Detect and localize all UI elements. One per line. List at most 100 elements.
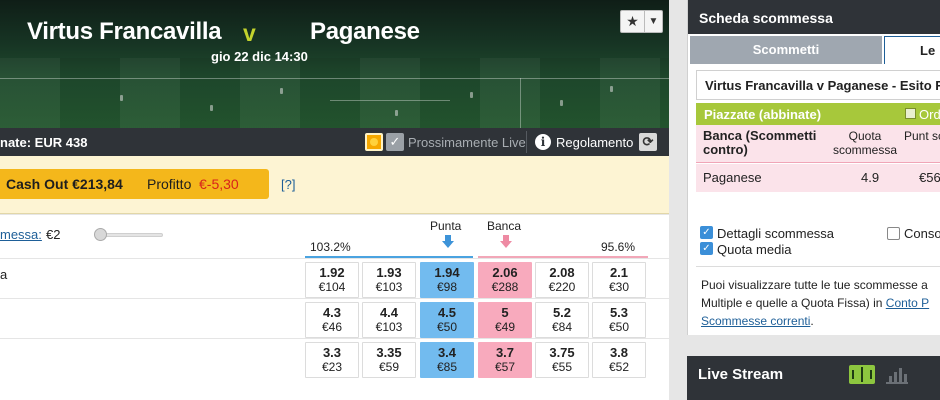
runner-row: 3.3 €23 3.35 €59 3.4 €85 3.7 €57 3.75 €55 3.8 €52 bbox=[0, 338, 669, 378]
stats-icon[interactable] bbox=[886, 365, 908, 384]
pitch-line bbox=[330, 100, 450, 101]
odds-market: messa: €2 Punta Banca 103.2% 95.6% a 1.92… bbox=[0, 215, 669, 400]
consolidate-checkbox[interactable] bbox=[887, 227, 900, 240]
lay-odds-cell[interactable]: 2.08 €220 bbox=[535, 262, 589, 298]
event-header: Virtus Francavilla v Paganese gio 22 dic… bbox=[0, 0, 669, 128]
stake-label[interactable]: messa: bbox=[0, 227, 42, 242]
pitch-line bbox=[0, 78, 669, 79]
available-amount: €103 bbox=[375, 320, 403, 334]
app-root: Virtus Francavilla v Paganese gio 22 dic… bbox=[0, 0, 940, 400]
runner-row: a 1.92 €104 1.93 €103 1.94 €98 2.06 €288 2.08 €220… bbox=[0, 258, 669, 298]
star-icon[interactable]: ★ bbox=[621, 11, 645, 32]
pitch-icon[interactable] bbox=[849, 365, 875, 384]
stake-value: €2 bbox=[46, 227, 61, 242]
odds-value: 1.93 bbox=[376, 265, 402, 280]
available-amount: €52 bbox=[608, 360, 630, 374]
odds-value: 3.75 bbox=[549, 345, 575, 360]
betslip-market-name: Virtus Francavilla v Paganese - Esito F bbox=[696, 70, 940, 100]
tab-place-bets[interactable]: Scommetti bbox=[690, 36, 882, 64]
stake-slider-handle[interactable] bbox=[94, 228, 107, 241]
player-figure bbox=[395, 110, 398, 116]
available-amount: €55 bbox=[551, 360, 573, 374]
available-amount: €220 bbox=[548, 280, 576, 294]
consolidate-label: Consol bbox=[904, 226, 940, 241]
note-text: . bbox=[810, 314, 814, 328]
favorite-button[interactable]: ★ ▼ bbox=[620, 10, 663, 33]
current-bets-link[interactable]: Scommesse correnti bbox=[701, 314, 810, 328]
details-checkbox[interactable]: ✓ bbox=[700, 226, 713, 239]
betslip-panel: Scheda scommessa Scommetti Le Virtus Fra… bbox=[687, 0, 940, 335]
lay-odds-cell[interactable]: 5.3 €50 bbox=[592, 302, 646, 338]
chevron-down-icon[interactable]: ▼ bbox=[645, 11, 662, 32]
tab-my-bets[interactable]: Le bbox=[884, 36, 940, 64]
odds-value: 3.8 bbox=[609, 345, 629, 360]
average-odds-checkbox[interactable]: ✓ bbox=[700, 242, 713, 255]
lay-odds-cell[interactable]: 5 €49 bbox=[478, 302, 532, 338]
home-team-name: Virtus Francavilla bbox=[27, 18, 222, 45]
versus-label: v bbox=[243, 20, 256, 46]
odds-value: 2.1 bbox=[609, 265, 629, 280]
back-odds-cell[interactable]: 1.94 €98 bbox=[420, 262, 474, 298]
check-icon: ✓ bbox=[386, 133, 404, 151]
available-amount: €104 bbox=[318, 280, 346, 294]
odds-value: 5 bbox=[501, 305, 509, 320]
back-odds-cell[interactable]: 4.3 €46 bbox=[305, 302, 359, 338]
runner-row: 4.3 €46 4.4 €103 4.5 €50 5 €49 5.2 €84 5.3 €50 bbox=[0, 298, 669, 338]
available-amount: €84 bbox=[551, 320, 573, 334]
odds-value: 2.08 bbox=[549, 265, 575, 280]
available-amount: €23 bbox=[321, 360, 343, 374]
note-text: Multiple e quelle a Quota Fissa) in bbox=[701, 296, 883, 310]
refresh-icon[interactable]: ⟳ bbox=[639, 133, 657, 151]
back-odds-cell[interactable]: 4.4 €103 bbox=[362, 302, 416, 338]
back-odds-cell[interactable]: 3.4 €85 bbox=[420, 342, 474, 378]
stats-bar bbox=[889, 376, 892, 382]
lay-odds-cell[interactable]: 5.2 €84 bbox=[535, 302, 589, 338]
cashout-panel: Cash Out €213,84 Profitto €-5,30 [?] bbox=[0, 156, 669, 214]
back-odds-cell[interactable]: 1.93 €103 bbox=[362, 262, 416, 298]
order-checkbox[interactable] bbox=[905, 108, 916, 119]
stats-bar bbox=[904, 374, 907, 382]
rules-link[interactable]: Regolamento bbox=[556, 135, 633, 150]
cashout-help-link[interactable]: [?] bbox=[281, 177, 295, 192]
live-stream-panel: Live Stream bbox=[687, 356, 940, 400]
back-odds-cell[interactable]: 1.92 €104 bbox=[305, 262, 359, 298]
info-icon[interactable]: i bbox=[535, 134, 551, 150]
odds-value: 1.92 bbox=[319, 265, 345, 280]
odds-value: 4.4 bbox=[379, 305, 399, 320]
placed-bets-label: Piazzate (abbinate) bbox=[704, 107, 822, 122]
cashout-label: Cash Out €213,84 bbox=[6, 176, 123, 192]
back-arrow-icon bbox=[442, 235, 454, 248]
cashout-button[interactable]: Cash Out €213,84 Profitto €-5,30 bbox=[0, 169, 269, 199]
divider bbox=[526, 131, 527, 153]
lay-odds-cell[interactable]: 2.06 €288 bbox=[478, 262, 532, 298]
lay-odds-cell[interactable]: 2.1 €30 bbox=[592, 262, 646, 298]
lay-odds-cell[interactable]: 3.8 €52 bbox=[592, 342, 646, 378]
away-team-name: Paganese bbox=[310, 18, 420, 45]
lay-bet-row[interactable]: Paganese 4.9 €56 bbox=[696, 164, 940, 192]
stake-column-header: Punt scom bbox=[904, 129, 940, 143]
odds-value: 5.3 bbox=[609, 305, 629, 320]
betslip-header: Scheda scommessa bbox=[688, 0, 940, 34]
available-amount: €50 bbox=[436, 320, 458, 334]
odds-value: 3.35 bbox=[376, 345, 402, 360]
lay-bet-runner: Paganese bbox=[703, 170, 762, 185]
back-column-label: Punta bbox=[430, 219, 462, 233]
odds-value: 4.5 bbox=[437, 305, 457, 320]
profit-label: Profitto bbox=[147, 176, 192, 192]
market-info-bar: nate: EUR 438 ✓ Prossimamente Live i Reg… bbox=[0, 128, 669, 156]
back-odds-cell[interactable]: 3.3 €23 bbox=[305, 342, 359, 378]
available-amount: €57 bbox=[494, 360, 516, 374]
stats-bar bbox=[899, 368, 902, 382]
odds-column-header: Quota scommessa bbox=[832, 129, 897, 157]
stake-slider-track[interactable] bbox=[100, 233, 163, 237]
player-figure bbox=[120, 95, 123, 101]
back-odds-cell[interactable]: 4.5 €50 bbox=[420, 302, 474, 338]
runner-name: a bbox=[0, 267, 8, 282]
account-link[interactable]: Conto P bbox=[886, 296, 929, 310]
lay-odds-cell[interactable]: 3.75 €55 bbox=[535, 342, 589, 378]
back-odds-cell[interactable]: 3.35 €59 bbox=[362, 342, 416, 378]
odds-value: 2.06 bbox=[492, 265, 518, 280]
player-figure bbox=[610, 86, 613, 92]
order-label: Ord bbox=[919, 107, 940, 122]
lay-odds-cell[interactable]: 3.7 €57 bbox=[478, 342, 532, 378]
